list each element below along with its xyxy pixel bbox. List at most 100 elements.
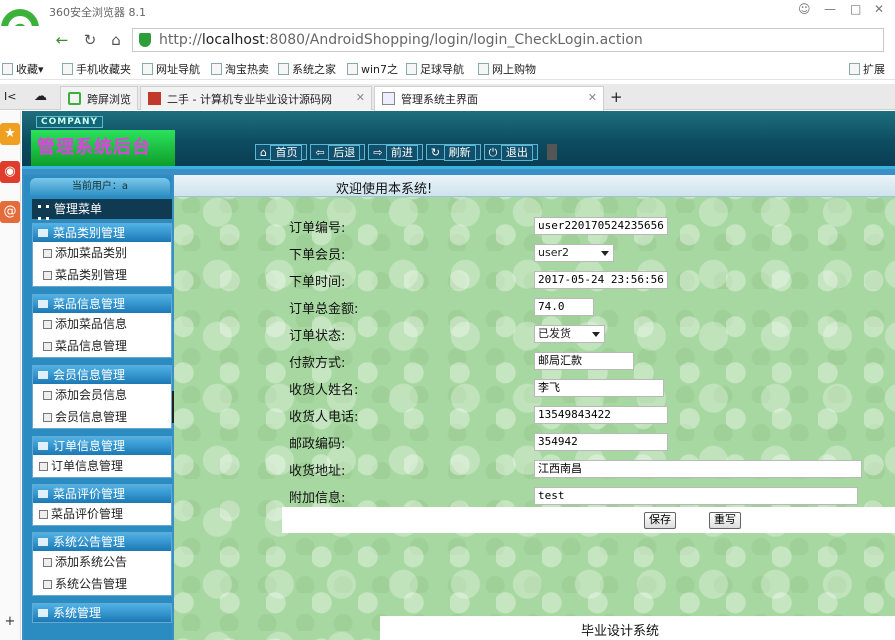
welcome-bar: 欢迎使用本系统!: [174, 175, 895, 197]
bookmark-football[interactable]: 足球导航: [406, 61, 464, 77]
mail-icon[interactable]: @: [0, 201, 20, 223]
new-tab-button[interactable]: +: [610, 88, 623, 106]
window-title: 360安全浏览器 8.1: [49, 6, 146, 19]
site-icon: [148, 92, 161, 105]
extra-input[interactable]: test: [534, 487, 858, 505]
url-text: http://localhost:8080/AndroidShopping/lo…: [159, 32, 643, 48]
nav-refresh-button[interactable]: ↻ 刷新: [425, 144, 481, 161]
menu-item-manage-review[interactable]: 菜品评价管理: [33, 503, 171, 525]
menu-item-manage-dish[interactable]: 菜品信息管理: [33, 335, 171, 357]
save-button[interactable]: 保存: [644, 512, 676, 529]
bookmark-shopping[interactable]: 网上购物: [478, 61, 536, 77]
group-header[interactable]: 菜品信息管理: [33, 295, 171, 313]
chevron-down-icon: [592, 332, 600, 337]
phone-label: 收货人电话:: [289, 410, 359, 425]
order-no-input[interactable]: user220170524235656: [534, 217, 668, 235]
menu-item-manage-category[interactable]: 菜品类别管理: [33, 264, 171, 286]
extensions-button[interactable]: 扩展: [849, 61, 885, 77]
windows-icon: [278, 63, 289, 75]
total-label: 订单总金额:: [289, 302, 359, 317]
menu-group-category: 菜品类别管理 添加菜品类别 菜品类别管理: [32, 223, 172, 287]
nav-back-button[interactable]: ⇦ 后退: [310, 144, 366, 161]
receiver-input[interactable]: 李飞: [534, 379, 664, 397]
page-icon: [142, 63, 153, 75]
status-label: 订单状态:: [289, 329, 346, 344]
group-header[interactable]: 系统管理: [33, 604, 171, 622]
menu-item-add-category[interactable]: 添加菜品类别: [33, 242, 171, 264]
star-icon: [2, 63, 13, 75]
address-input[interactable]: 江西南昌: [534, 460, 862, 478]
footer: 毕业设计系统: [380, 616, 895, 640]
close-tab-icon[interactable]: ✕: [588, 91, 597, 104]
bookmark-taobao[interactable]: 淘宝热卖: [211, 61, 269, 77]
menu-title: 管理菜单: [32, 199, 172, 220]
group-header[interactable]: 菜品类别管理: [33, 224, 171, 242]
phone-icon: [62, 63, 73, 75]
url-input[interactable]: http://localhost:8080/AndroidShopping/lo…: [132, 28, 884, 52]
order-time-label: 下单时间:: [289, 275, 346, 290]
welcome-text: 欢迎使用本系统!: [336, 182, 433, 197]
nav-menu-icon[interactable]: [546, 144, 557, 160]
group-header[interactable]: 菜品评价管理: [33, 485, 171, 503]
cloud-icon[interactable]: ☁: [34, 89, 47, 104]
weibo-icon[interactable]: ◉: [0, 161, 20, 183]
bookmark-favorites[interactable]: 收藏▾: [2, 61, 44, 77]
button-row: [282, 507, 895, 533]
company-badge: COMPANY: [36, 116, 103, 128]
home-icon[interactable]: ⌂: [106, 30, 126, 50]
order-time-input[interactable]: 2017-05-24 23:56:56: [534, 271, 668, 289]
tab-admin-main[interactable]: 管理系统主界面 ✕: [374, 86, 604, 111]
postcode-input[interactable]: 354942: [534, 433, 668, 451]
member-select[interactable]: user2: [534, 244, 614, 262]
globe-icon: [347, 63, 358, 75]
menu-item-add-notice[interactable]: 添加系统公告: [33, 551, 171, 573]
nav-home-button[interactable]: ⌂ 首页: [255, 144, 308, 161]
skin-icon[interactable]: ☺: [798, 2, 811, 16]
extra-label: 附加信息:: [289, 491, 346, 506]
status-select[interactable]: 已发货: [534, 325, 605, 343]
reset-button[interactable]: 重写: [709, 512, 741, 529]
close-tab-icon[interactable]: ✕: [356, 91, 365, 104]
tab-scroll-left[interactable]: I<: [4, 90, 16, 103]
address-label: 收货地址:: [289, 464, 346, 479]
payment-label: 付款方式:: [289, 356, 346, 371]
menu-group-order: 订单信息管理 订单信息管理: [32, 436, 172, 478]
bookmark-xtzj[interactable]: 系统之家: [278, 61, 336, 77]
bookmark-win7[interactable]: win7之: [347, 61, 398, 77]
bookmark-nav[interactable]: 网址导航: [142, 61, 200, 77]
app-header: COMPANY 管理系统后台 ⌂ 首页 ⇦ 后退 ⇨ 前进 ↻ 刷新 ⏻ 退出: [22, 111, 895, 169]
tab-ershou[interactable]: 二手 - 计算机专业毕业设计源码网 ✕: [140, 86, 372, 110]
group-header[interactable]: 系统公告管理: [33, 533, 171, 551]
menu-item-manage-order[interactable]: 订单信息管理: [33, 455, 171, 477]
tab-kuaping[interactable]: 跨屏浏览: [60, 86, 138, 110]
nav-logout-button[interactable]: ⏻ 退出: [483, 144, 538, 161]
security-shield-icon: [139, 33, 151, 47]
grid-icon: [849, 63, 860, 75]
main-content: 欢迎使用本系统! 订单编号: user220170524235656 下单会员:…: [174, 175, 895, 640]
sidebar: 当前用户：a 管理菜单 菜品类别管理 添加菜品类别 菜品类别管理 菜品信息管理 …: [24, 175, 172, 640]
group-header[interactable]: 订单信息管理: [33, 437, 171, 455]
menu-item-manage-notice[interactable]: 系统公告管理: [33, 573, 171, 595]
menu-group-system: 系统管理: [32, 603, 172, 623]
menu-group-member: 会员信息管理 添加会员信息 会员信息管理: [32, 365, 172, 429]
menu-group-notice: 系统公告管理 添加系统公告 系统公告管理: [32, 532, 172, 596]
total-input[interactable]: 74.0: [534, 298, 594, 316]
add-icon[interactable]: +: [0, 611, 20, 633]
nav-forward-button[interactable]: ⇨ 前进: [368, 144, 423, 161]
close-icon[interactable]: ✕: [874, 2, 884, 16]
postcode-label: 邮政编码:: [289, 437, 346, 452]
phone-input[interactable]: 13549843422: [534, 406, 668, 424]
footer-text: 毕业设计系统: [581, 624, 660, 639]
maximize-icon[interactable]: □: [850, 2, 861, 16]
bookmark-mobile[interactable]: 手机收藏夹: [62, 61, 131, 77]
menu-item-manage-member[interactable]: 会员信息管理: [33, 406, 171, 428]
group-header[interactable]: 会员信息管理: [33, 366, 171, 384]
page-icon: [382, 92, 395, 105]
reload-icon[interactable]: ↻: [80, 30, 100, 50]
minimize-icon[interactable]: —: [824, 2, 836, 16]
menu-item-add-dish[interactable]: 添加菜品信息: [33, 313, 171, 335]
menu-item-add-member[interactable]: 添加会员信息: [33, 384, 171, 406]
payment-input[interactable]: 邮局汇款: [534, 352, 634, 370]
star-icon[interactable]: ★: [0, 123, 20, 145]
back-icon[interactable]: ←: [52, 30, 72, 50]
